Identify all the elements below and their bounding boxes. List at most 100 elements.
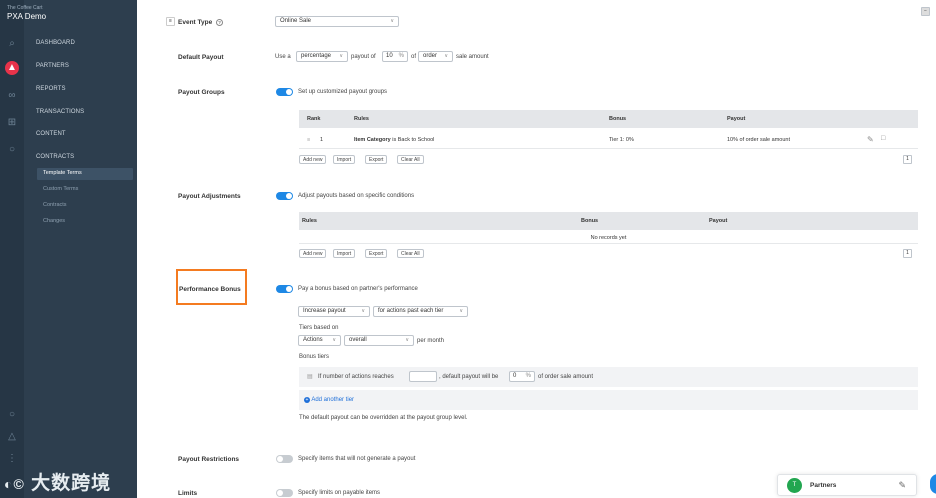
- partners-chat-widget[interactable]: T Partners ✎: [777, 474, 917, 496]
- col-rules: Rules: [354, 116, 369, 122]
- chat-label: Partners: [810, 482, 837, 489]
- shield-icon[interactable]: ○: [5, 143, 19, 157]
- collapse-icon[interactable]: −: [921, 7, 930, 16]
- reorder-icon[interactable]: ≡: [307, 137, 310, 143]
- rules-cell: Item Category is Back to School: [354, 137, 435, 143]
- chevron-down-icon: ∨: [332, 337, 336, 343]
- default-payout-label: Default Payout: [178, 54, 224, 61]
- col-payout: Payout: [709, 218, 728, 224]
- event-type-select[interactable]: Online Sale ∨: [275, 16, 399, 27]
- pager[interactable]: 1: [903, 155, 912, 164]
- nav-template-terms[interactable]: Template Terms: [37, 168, 133, 180]
- col-bonus: Bonus: [581, 218, 599, 224]
- search-icon[interactable]: ⌕: [5, 37, 19, 51]
- tier-mid-text: , default payout will be: [439, 374, 499, 380]
- payout-type-select[interactable]: percentage ∨: [296, 51, 348, 62]
- payout-basis-select[interactable]: order ∨: [418, 51, 453, 62]
- tier-suffix-text: of order sale amount: [538, 374, 594, 380]
- add-tier-link[interactable]: + Add another tier: [304, 397, 354, 403]
- empty-row: No records yet: [299, 232, 918, 244]
- payout-groups-toggle-text: Set up customized payout groups: [298, 89, 388, 95]
- edit-icon[interactable]: ✎: [867, 135, 874, 144]
- tier-value-input[interactable]: 0%: [509, 371, 535, 382]
- payout-restrictions-toggle[interactable]: [276, 455, 293, 463]
- chevron-down-icon: ∨: [339, 53, 343, 59]
- nav-reports[interactable]: REPORTS: [36, 86, 66, 92]
- nav-contracts[interactable]: CONTRACTS: [36, 154, 74, 160]
- add-tier-row: + Add another tier: [299, 390, 918, 410]
- limits-label: Limits: [178, 490, 198, 497]
- payout-amount-input[interactable]: 10%: [382, 51, 408, 62]
- clear-all-button[interactable]: Clear All: [397, 249, 424, 258]
- help-launcher[interactable]: [930, 474, 936, 494]
- tier-metric-select[interactable]: Actions ∨: [298, 335, 341, 346]
- performance-bonus-toggle-text: Pay a bonus based on partner's performan…: [298, 286, 418, 292]
- limits-toggle-text: Specify limits on payable items: [298, 490, 381, 496]
- payout-adjustments-toggle[interactable]: [276, 192, 293, 200]
- chevron-down-icon: ∨: [390, 18, 394, 24]
- bell-icon[interactable]: △: [5, 430, 19, 444]
- col-rules: Rules: [302, 218, 317, 224]
- payout-adjustments-label: Payout Adjustments: [178, 193, 241, 200]
- payout-groups-table-header: Rank Rules Bonus Payout: [299, 110, 918, 128]
- more-icon[interactable]: ⋮: [5, 452, 19, 466]
- infinity-icon[interactable]: ∞: [5, 89, 19, 103]
- sidebar: The Coffee Cart PXA Demo ⌕ ▲ ∞ ⊞ ○ ○ △ ⋮…: [0, 0, 137, 498]
- of-text: of: [411, 54, 417, 60]
- export-button[interactable]: Export: [365, 155, 388, 164]
- delete-icon[interactable]: □: [881, 135, 885, 142]
- drag-handle-icon[interactable]: ≡: [166, 17, 175, 26]
- sale-amount-text: sale amount: [456, 54, 489, 60]
- payout-groups-label: Payout Groups: [178, 89, 225, 96]
- bonus-cell: Tier 1: 0%: [609, 137, 634, 143]
- export-button[interactable]: Export: [365, 249, 388, 258]
- brand-subtitle: The Coffee Cart: [7, 5, 43, 11]
- override-note: The default payout can be overridden at …: [299, 415, 468, 421]
- payout-groups-toggle[interactable]: [276, 88, 293, 96]
- pager[interactable]: 1: [903, 249, 912, 258]
- bonus-mode-select[interactable]: Increase payout ∨: [298, 306, 370, 317]
- main-content: ≡ − Event Type ? Online Sale ∨ Default Pa…: [158, 0, 936, 498]
- col-rank: Rank: [307, 116, 321, 122]
- event-type-label: Event Type ?: [178, 19, 224, 26]
- watermark-logo: ◐© 大数跨境: [4, 473, 112, 494]
- clear-all-button[interactable]: Clear All: [397, 155, 424, 164]
- col-payout: Payout: [727, 116, 746, 122]
- partners-icon[interactable]: ▲: [5, 61, 19, 75]
- plus-icon: +: [304, 397, 310, 403]
- tier-scope-select[interactable]: overall ∨: [344, 335, 414, 346]
- table-row[interactable]: ≡ 1 Item Category is Back to School Tier…: [299, 131, 918, 149]
- nav-custom-terms[interactable]: Custom Terms: [43, 186, 78, 192]
- bonus-trigger-select[interactable]: for actions past each tier ∨: [373, 306, 468, 317]
- payout-adjustments-table-header: Rules Bonus Payout: [299, 212, 918, 230]
- payout-restrictions-toggle-text: Specify items that will not generate a p…: [298, 456, 416, 462]
- compose-icon[interactable]: ✎: [898, 480, 906, 491]
- chevron-down-icon: ∨: [444, 53, 448, 59]
- nav-changes[interactable]: Changes: [43, 218, 65, 224]
- brand-name: PXA Demo: [7, 12, 47, 21]
- chat-bubble-icon[interactable]: ○: [5, 408, 19, 422]
- import-button[interactable]: Import: [333, 155, 356, 164]
- grid-icon[interactable]: ⊞: [5, 116, 19, 130]
- payout-of-text: payout of: [351, 54, 376, 60]
- performance-bonus-label: Performance Bonus: [179, 286, 241, 293]
- performance-bonus-toggle[interactable]: [276, 285, 293, 293]
- add-new-button[interactable]: Add new: [299, 249, 327, 258]
- chevron-down-icon: ∨: [459, 308, 463, 314]
- help-icon[interactable]: ?: [216, 19, 224, 26]
- tier-drag-icon[interactable]: ▤: [307, 373, 313, 380]
- col-bonus: Bonus: [609, 116, 627, 122]
- nav-partners[interactable]: PARTNERS: [36, 63, 69, 69]
- add-new-button[interactable]: Add new: [299, 155, 327, 164]
- chevron-down-icon: ∨: [361, 308, 365, 314]
- nav-transactions[interactable]: TRANSACTIONS: [36, 109, 84, 115]
- nav-dashboard[interactable]: DASHBOARD: [36, 40, 75, 46]
- limits-toggle[interactable]: [276, 489, 293, 497]
- per-month-text: per month: [417, 338, 445, 344]
- chevron-down-icon: ∨: [405, 337, 409, 343]
- nav-content[interactable]: CONTENT: [36, 131, 66, 137]
- tier-threshold-input[interactable]: [409, 371, 437, 382]
- import-button[interactable]: Import: [333, 249, 356, 258]
- nav-contracts-sub[interactable]: Contracts: [43, 202, 67, 208]
- avatar: T: [787, 478, 802, 493]
